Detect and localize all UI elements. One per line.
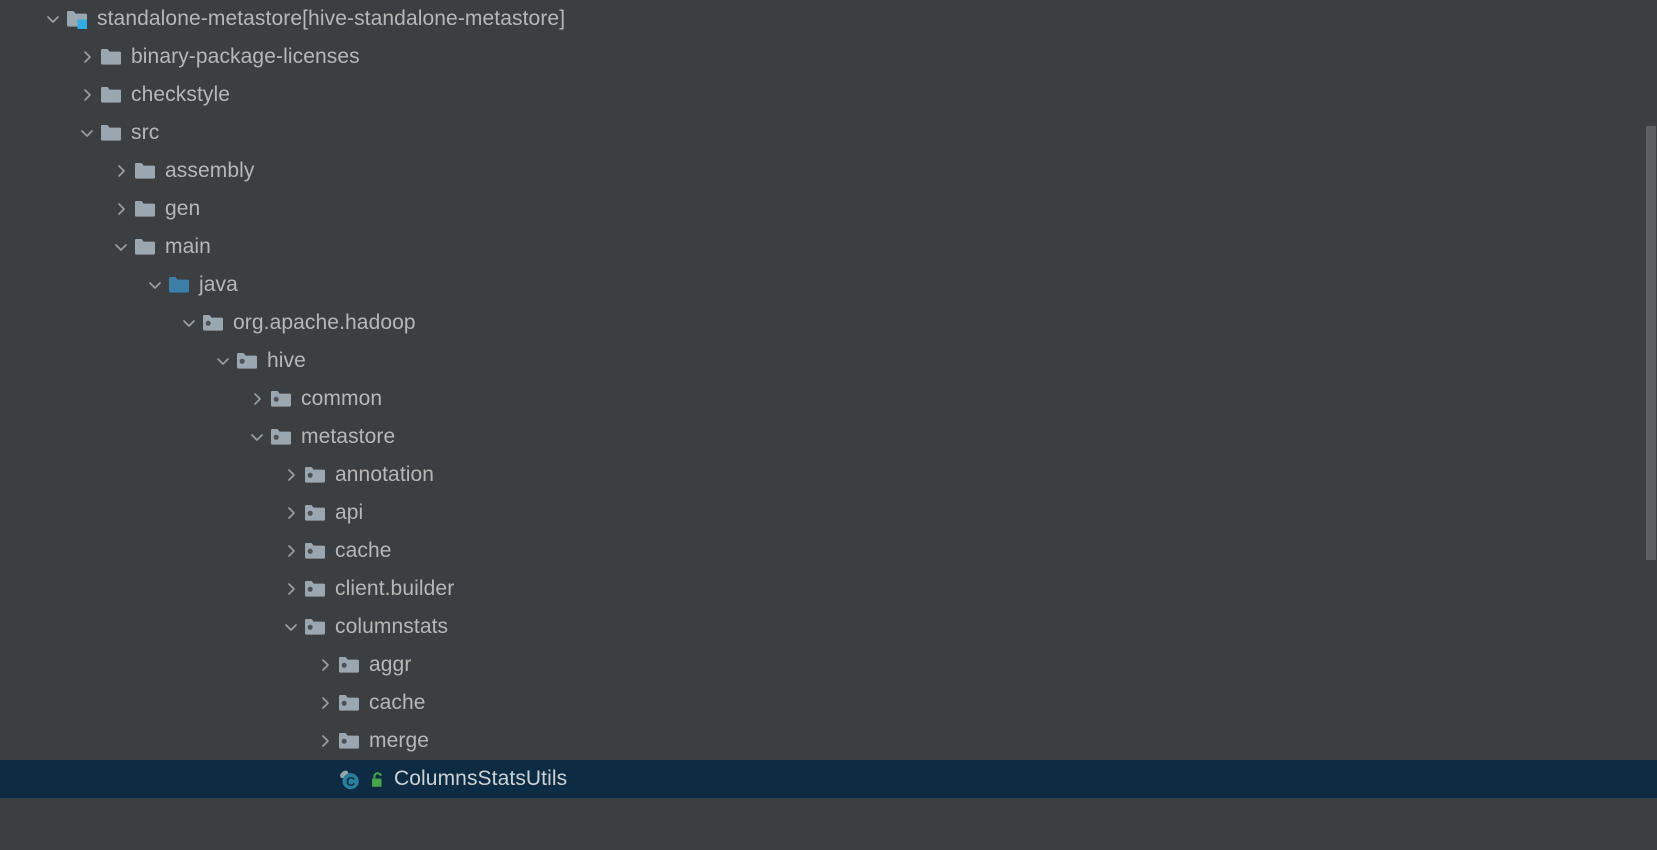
tree-row[interactable]: aggr — [0, 646, 1657, 684]
chevron-right-icon[interactable] — [278, 532, 304, 570]
tree-row[interactable]: main — [0, 228, 1657, 266]
tree-node-label: api — [335, 501, 364, 524]
tree-row[interactable]: metastore — [0, 418, 1657, 456]
tree-node-label: binary-package-licenses — [131, 45, 360, 68]
package-icon — [304, 456, 326, 494]
java-class-icon: C — [338, 760, 360, 798]
tree-row[interactable]: assembly — [0, 152, 1657, 190]
tree-node-label: assembly — [165, 159, 255, 182]
tree-row[interactable]: C ColumnsStatsUtils — [0, 760, 1657, 798]
tree-row[interactable]: org.apache.hadoop — [0, 304, 1657, 342]
package-icon — [338, 684, 360, 722]
chevron-right-icon[interactable] — [74, 76, 100, 114]
unlocked-green-icon — [369, 760, 388, 798]
chevron-down-icon[interactable] — [40, 0, 66, 38]
chevron-down-icon[interactable] — [74, 114, 100, 152]
svg-text:C: C — [346, 775, 355, 789]
tree-node-label: aggr — [369, 653, 412, 676]
tree-row[interactable]: standalone-metastore [hive-standalone-met… — [0, 0, 1657, 38]
chevron-right-icon[interactable] — [244, 380, 270, 418]
package-icon — [270, 380, 292, 418]
chevron-right-icon[interactable] — [108, 152, 134, 190]
tree-row[interactable]: columnstats — [0, 608, 1657, 646]
tree-row[interactable]: binary-package-licenses — [0, 38, 1657, 76]
folder-icon — [134, 228, 156, 266]
tree-row[interactable]: api — [0, 494, 1657, 532]
tree-row[interactable]: cache — [0, 532, 1657, 570]
tree-row[interactable]: cache — [0, 684, 1657, 722]
tree-node-label: columnstats — [335, 615, 449, 638]
chevron-right-icon[interactable] — [312, 722, 338, 760]
chevron-right-icon[interactable] — [312, 684, 338, 722]
tree-node-label: ColumnsStatsUtils — [394, 767, 568, 790]
folder-icon — [134, 190, 156, 228]
vertical-scrollbar-thumb[interactable] — [1646, 126, 1656, 560]
chevron-down-icon[interactable] — [210, 342, 236, 380]
tree-node-label: merge — [369, 729, 430, 752]
chevron-down-icon[interactable] — [142, 266, 168, 304]
tree-row[interactable]: annotation — [0, 456, 1657, 494]
chevron-down-icon[interactable] — [244, 418, 270, 456]
chevron-right-icon[interactable] — [278, 494, 304, 532]
tree-node-label: java — [199, 273, 238, 296]
tree-row[interactable]: src — [0, 114, 1657, 152]
tree-row[interactable]: java — [0, 266, 1657, 304]
tree-row[interactable]: client.builder — [0, 570, 1657, 608]
chevron-right-icon[interactable] — [278, 570, 304, 608]
package-icon — [304, 494, 326, 532]
tree-node-label: annotation — [335, 463, 435, 486]
chevron-down-icon[interactable] — [176, 304, 202, 342]
tree-node-label: cache — [369, 691, 426, 714]
tree-node-label: client.builder — [335, 577, 455, 600]
folder-icon — [100, 114, 122, 152]
package-icon — [202, 304, 224, 342]
tree-node-label: cache — [335, 539, 392, 562]
folder-icon — [100, 76, 122, 114]
chevron-right-icon[interactable] — [278, 456, 304, 494]
module-name-label: [hive-standalone-metastore] — [302, 7, 566, 30]
folder-icon — [134, 152, 156, 190]
tree-node-label: hive — [267, 349, 306, 372]
tree-row[interactable]: gen — [0, 190, 1657, 228]
tree-node-label: src — [131, 121, 160, 144]
chevron-down-icon[interactable] — [278, 608, 304, 646]
folder-icon — [100, 38, 122, 76]
package-icon — [304, 532, 326, 570]
chevron-right-icon[interactable] — [312, 646, 338, 684]
tree-node-label: metastore — [301, 425, 396, 448]
tree-node-label: gen — [165, 197, 201, 220]
package-icon — [338, 646, 360, 684]
tree-node-label: main — [165, 235, 211, 258]
tree-node-label: standalone-metastore — [97, 7, 303, 30]
tree-row[interactable]: common — [0, 380, 1657, 418]
package-icon — [304, 608, 326, 646]
source-root-folder-icon — [168, 266, 190, 304]
tree-node-label: org.apache.hadoop — [233, 311, 416, 334]
chevron-right-icon[interactable] — [74, 38, 100, 76]
package-icon — [304, 570, 326, 608]
package-icon — [236, 342, 258, 380]
tree-node-label: checkstyle — [131, 83, 231, 106]
package-icon — [338, 722, 360, 760]
package-icon — [270, 418, 292, 456]
chevron-down-icon[interactable] — [108, 228, 134, 266]
module-folder-icon — [66, 0, 88, 38]
chevron-right-icon[interactable] — [108, 190, 134, 228]
tree-row[interactable]: checkstyle — [0, 76, 1657, 114]
tree-row[interactable]: hive — [0, 342, 1657, 380]
tree-node-label: common — [301, 387, 383, 410]
project-tree-panel[interactable]: standalone-metastore [hive-standalone-met… — [0, 0, 1657, 850]
tree-row[interactable]: merge — [0, 722, 1657, 760]
vertical-scrollbar-track[interactable] — [1646, 0, 1657, 850]
